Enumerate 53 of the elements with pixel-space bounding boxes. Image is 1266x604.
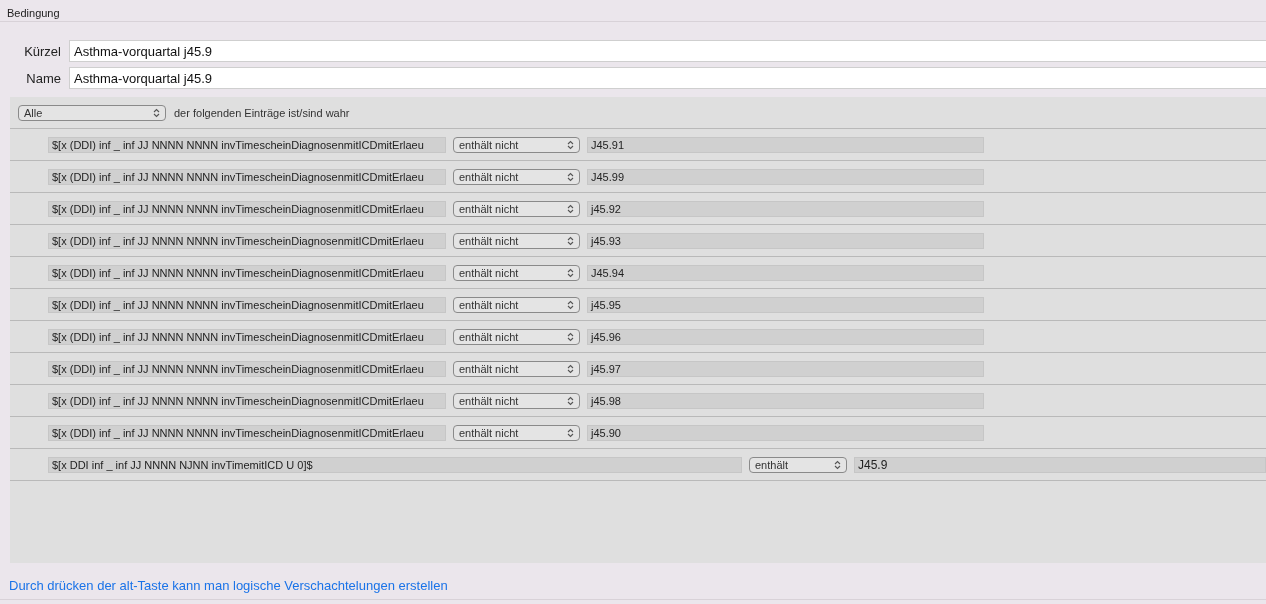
stepper-icon — [567, 331, 574, 342]
dropdown[interactable]: Alle — [18, 104, 166, 121]
dropdown[interactable]: enthält nicht — [453, 264, 580, 281]
text-field[interactable]: Asthma-vorquartal j45.9 — [69, 67, 1266, 89]
dropdown[interactable]: enthält nicht — [453, 200, 580, 217]
value-field[interactable]: J45.94 — [587, 264, 984, 281]
variable-field[interactable]: $[x (DDI) inf _ inf JJ NNNN NNNN invTimescheinDiagnosenmitICDmitErlaeu — [48, 232, 446, 249]
dropdown[interactable]: enthält — [749, 456, 847, 473]
stepper-icon — [567, 171, 574, 182]
value-field[interactable]: j45.98 — [587, 392, 984, 409]
dropdown[interactable]: enthält nicht — [453, 360, 580, 377]
stepper-icon — [567, 235, 574, 246]
variable-field[interactable]: $[x (DDI) inf _ inf JJ NNNN NNNN invTimescheinDiagnosenmitICDmitErlaeu — [48, 360, 446, 377]
value-field[interactable]: J45.99 — [587, 168, 984, 185]
dropdown[interactable]: enthält nicht — [453, 392, 580, 409]
stepper-icon — [567, 363, 574, 374]
dropdown[interactable]: enthält nicht — [453, 328, 580, 345]
stepper-icon — [567, 395, 574, 406]
text-field[interactable]: Asthma-vorquartal j45.9 — [69, 40, 1266, 62]
match-description: der folgenden Einträge ist/sind wahr — [174, 106, 350, 119]
hint-link[interactable]: Durch drücken der alt-Taste kann man logische Verschachtelungen erstellen — [9, 578, 448, 593]
value-field[interactable]: J45.91 — [587, 136, 984, 153]
value-field[interactable]: j45.90 — [587, 424, 984, 441]
value-field[interactable]: j45.92 — [587, 200, 984, 217]
value-field[interactable]: j45.97 — [587, 360, 984, 377]
variable-field[interactable]: $[x (DDI) inf _ inf JJ NNNN NNNN invTimescheinDiagnosenmitICDmitErlaeu — [48, 424, 446, 441]
section-title: Bedingung — [7, 7, 60, 19]
stepper-icon — [567, 267, 574, 278]
field-label: Kürzel — [23, 43, 61, 59]
variable-field[interactable]: $[x (DDI) inf _ inf JJ NNNN NNNN invTimescheinDiagnosenmitICDmitErlaeu — [48, 328, 446, 345]
field-label: Name — [25, 70, 61, 86]
stepper-icon — [567, 139, 574, 150]
variable-field[interactable]: $[x (DDI) inf _ inf JJ NNNN NNNN invTimescheinDiagnosenmitICDmitErlaeu — [48, 200, 446, 217]
stepper-icon — [567, 203, 574, 214]
stepper-icon — [567, 427, 574, 438]
variable-field[interactable]: $[x DDI inf _ inf JJ NNNN NJNN invTimemitICD U 0]$ — [48, 456, 742, 473]
variable-field[interactable]: $[x (DDI) inf _ inf JJ NNNN NNNN invTimescheinDiagnosenmitICDmitErlaeu — [48, 392, 446, 409]
value-field[interactable]: j45.96 — [587, 328, 984, 345]
variable-field[interactable]: $[x (DDI) inf _ inf JJ NNNN NNNN invTimescheinDiagnosenmitICDmitErlaeu — [48, 264, 446, 281]
dropdown[interactable]: enthält nicht — [453, 136, 580, 153]
stepper-icon — [153, 107, 160, 118]
dropdown[interactable]: enthält nicht — [453, 168, 580, 185]
stepper-icon — [567, 299, 574, 310]
dropdown[interactable]: enthält nicht — [453, 232, 580, 249]
variable-field[interactable]: $[x (DDI) inf _ inf JJ NNNN NNNN invTimescheinDiagnosenmitICDmitErlaeu — [48, 136, 446, 153]
stepper-icon — [834, 459, 841, 470]
dropdown[interactable]: enthält nicht — [453, 424, 580, 441]
value-field[interactable]: j45.95 — [587, 296, 984, 313]
variable-field[interactable]: $[x (DDI) inf _ inf JJ NNNN NNNN invTimescheinDiagnosenmitICDmitErlaeu — [48, 296, 446, 313]
variable-field[interactable]: $[x (DDI) inf _ inf JJ NNNN NNNN invTimescheinDiagnosenmitICDmitErlaeu — [48, 168, 446, 185]
dropdown[interactable]: enthält nicht — [453, 296, 580, 313]
value-field[interactable]: j45.93 — [587, 232, 984, 249]
value-field[interactable]: J45.9 — [854, 456, 1266, 473]
